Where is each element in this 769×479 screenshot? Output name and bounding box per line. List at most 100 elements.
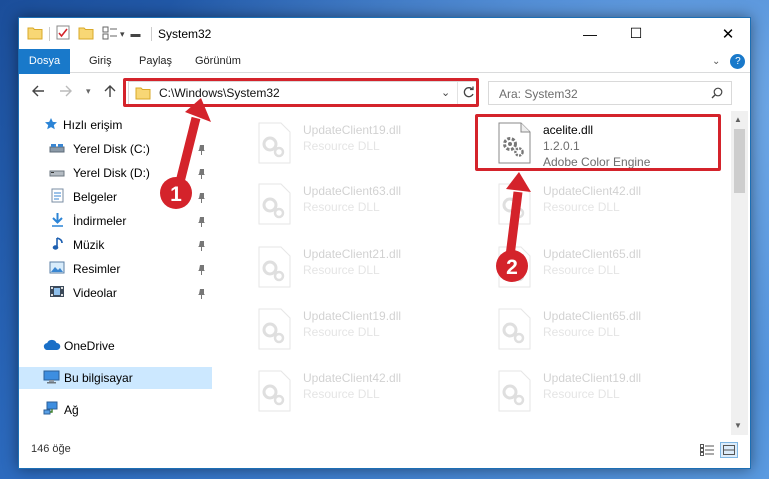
file-description: Resource DLL xyxy=(303,387,380,401)
file-description: Resource DLL xyxy=(303,139,380,153)
videos-icon xyxy=(49,285,73,301)
file-name: UpdateClient19.dll xyxy=(543,371,642,385)
maximize-button[interactable]: ☐ xyxy=(613,18,659,49)
recent-locations-icon[interactable]: ▾ xyxy=(86,86,91,97)
file-description: Resource DLL xyxy=(543,387,620,401)
sidebar-item-music[interactable]: Müzik xyxy=(19,234,212,256)
sidebar-item-this-pc[interactable]: Bu bilgisayar xyxy=(19,367,212,389)
pictures-icon xyxy=(49,261,73,277)
dll-file-icon xyxy=(497,308,535,352)
sidebar-item-downloads[interactable]: İndirmeler xyxy=(19,210,212,232)
pin-icon[interactable] xyxy=(197,288,206,302)
up-arrow-icon[interactable] xyxy=(103,84,117,102)
qa-dropdown-arrow[interactable]: ▾ xyxy=(120,29,125,40)
dll-file-icon xyxy=(257,246,295,290)
list-item[interactable]: UpdateClient42.dll Resource DLL xyxy=(493,181,723,231)
qa-customize-icon[interactable]: ▬ xyxy=(131,29,141,40)
network-icon xyxy=(43,401,64,419)
search-box[interactable]: Ara: System32 xyxy=(488,81,732,105)
list-item[interactable]: UpdateClient63.dll Resource DLL xyxy=(253,181,483,231)
file-description: Resource DLL xyxy=(543,263,620,277)
forward-arrow-icon[interactable] xyxy=(59,84,73,102)
file-name: UpdateClient42.dll xyxy=(543,184,642,198)
list-item[interactable]: UpdateClient19.dll Resource DLL xyxy=(253,306,483,356)
pin-icon[interactable] xyxy=(197,192,206,206)
dll-file-icon xyxy=(497,183,535,227)
folder-icon xyxy=(27,26,43,43)
file-name: UpdateClient65.dll xyxy=(543,247,642,261)
list-item[interactable]: UpdateClient65.dll Resource DLL xyxy=(493,306,723,356)
expand-ribbon-icon[interactable]: ⌄ xyxy=(712,56,720,67)
close-button[interactable]: ✕ xyxy=(705,18,750,49)
search-placeholder: Ara: System32 xyxy=(499,87,578,101)
list-item[interactable]: UpdateClient42.dll Resource DLL xyxy=(253,368,483,418)
sidebar-item-onedrive[interactable]: OneDrive xyxy=(19,335,212,357)
sidebar-item-label: Yerel Disk (D:) xyxy=(73,166,150,180)
cloud-icon xyxy=(43,339,64,354)
list-item[interactable]: UpdateClient19.dll Resource DLL xyxy=(493,368,723,418)
list-item[interactable]: UpdateClient19.dll Resource DLL xyxy=(253,120,483,170)
file-description: Resource DLL xyxy=(543,200,620,214)
drive-icon xyxy=(49,142,73,157)
tiles-view-icon[interactable] xyxy=(720,442,738,458)
documents-icon xyxy=(51,188,73,206)
sidebar-item-label: Bu bilgisayar xyxy=(64,371,133,385)
file-name: UpdateClient42.dll xyxy=(303,371,402,385)
scroll-down-arrow-icon[interactable]: ▼ xyxy=(734,421,742,430)
dll-file-icon xyxy=(497,370,535,414)
sidebar-item-label: Belgeler xyxy=(73,190,118,204)
file-name: UpdateClient63.dll xyxy=(303,184,402,198)
pin-icon[interactable] xyxy=(197,240,206,254)
star-icon xyxy=(44,117,62,134)
pin-icon[interactable] xyxy=(197,168,206,182)
file-description: Resource DLL xyxy=(303,200,380,214)
minimize-button[interactable]: — xyxy=(567,18,613,49)
sidebar-item-label: Resimler xyxy=(73,262,121,276)
sidebar-item-quick-access[interactable]: Hızlı erişim xyxy=(19,114,212,136)
pin-icon[interactable] xyxy=(197,144,206,158)
download-icon xyxy=(51,212,73,230)
qa-separator xyxy=(49,27,50,41)
file-description: Resource DLL xyxy=(303,325,380,339)
list-item[interactable]: UpdateClient65.dll Resource DLL xyxy=(493,244,723,294)
address-highlight-box xyxy=(123,78,479,107)
window-title: System32 xyxy=(158,27,212,41)
scroll-up-arrow-icon[interactable]: ▲ xyxy=(734,115,742,124)
navigation-pane: Hızlı erişim Yerel Disk (C:) Yerel Disk … xyxy=(19,111,212,435)
ribbon-tabs: Dosya Giriş Paylaş Görünüm ⌄ ? xyxy=(19,49,750,99)
sidebar-item-local-disk-d[interactable]: Yerel Disk (D:) xyxy=(19,162,212,184)
sidebar-item-pictures[interactable]: Resimler xyxy=(19,258,212,280)
search-icon[interactable] xyxy=(711,87,723,102)
scrollbar-thumb[interactable] xyxy=(734,129,745,193)
file-name: UpdateClient19.dll xyxy=(303,309,402,323)
tab-share[interactable]: Paylaş xyxy=(131,49,180,73)
file-explorer-window: ▾ ▬ System32 — ☐ ✕ Dosya Giriş Paylaş Gö… xyxy=(18,17,751,469)
tab-home[interactable]: Giriş xyxy=(81,49,120,73)
pin-icon[interactable] xyxy=(197,216,206,230)
item-count: 146 öğe xyxy=(31,443,71,455)
customize-view-icon[interactable] xyxy=(102,26,118,43)
file-highlight-box xyxy=(475,114,721,171)
qa-separator xyxy=(150,27,152,41)
vertical-scrollbar[interactable]: ▲ ▼ xyxy=(731,111,748,435)
back-arrow-icon[interactable] xyxy=(31,84,45,102)
sidebar-item-documents[interactable]: Belgeler xyxy=(19,186,212,208)
properties-icon[interactable] xyxy=(56,25,70,43)
details-view-icon[interactable] xyxy=(700,444,715,459)
sidebar-item-label: Yerel Disk (C:) xyxy=(73,142,150,156)
dll-file-icon xyxy=(257,122,295,166)
drive-icon xyxy=(49,166,73,181)
help-button[interactable]: ? xyxy=(730,53,746,69)
sidebar-item-network[interactable]: Ağ xyxy=(19,399,212,421)
tab-view[interactable]: Görünüm xyxy=(187,49,249,73)
pin-icon[interactable] xyxy=(197,264,206,278)
navigation-bar: ▾ C:\Windows\System32 ⌄ Ara: System32 xyxy=(19,74,750,111)
dll-file-icon xyxy=(257,183,295,227)
ribbon-controls: ⌄ ? xyxy=(712,49,746,73)
new-folder-icon[interactable] xyxy=(78,26,94,43)
sidebar-item-videos[interactable]: Videolar xyxy=(19,282,212,304)
list-item[interactable]: UpdateClient21.dll Resource DLL xyxy=(253,244,483,294)
file-description: Resource DLL xyxy=(303,263,380,277)
sidebar-item-label: Ağ xyxy=(64,403,79,417)
sidebar-item-local-disk-c[interactable]: Yerel Disk (C:) xyxy=(19,138,212,160)
